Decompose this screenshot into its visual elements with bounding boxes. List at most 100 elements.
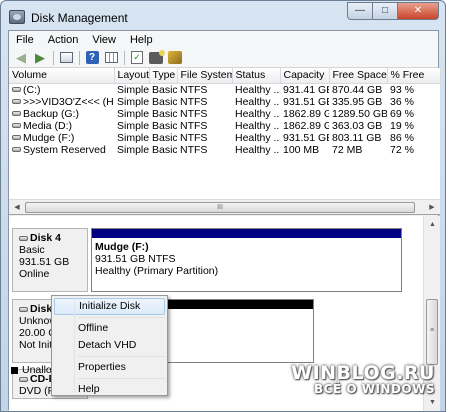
- column-header[interactable]: Volume: [9, 68, 115, 84]
- table-cell: Healthy ...: [235, 131, 280, 144]
- table-cell: NTFS: [180, 107, 208, 120]
- menu-separator: [78, 317, 165, 318]
- scroll-thumb[interactable]: III: [25, 202, 415, 213]
- maximize-button[interactable]: □: [372, 2, 398, 20]
- table-row[interactable]: (C:) Simple Basic NTFS Healthy ... 931.4…: [9, 83, 440, 96]
- properties-menu-item[interactable]: Properties: [54, 359, 165, 376]
- menu-action[interactable]: Action: [41, 34, 86, 46]
- table-cell: 363.03 GB: [332, 119, 383, 132]
- toolbar-separator: [53, 50, 54, 65]
- partition-mudge[interactable]: Mudge (F:) 931.51 GB NTFS Healthy (Prima…: [91, 228, 402, 292]
- table-cell: Simple: [117, 83, 149, 96]
- disk-4-label[interactable]: Disk 4 Basic 931.51 GB Online: [12, 228, 88, 292]
- table-cell: NTFS: [180, 95, 208, 108]
- scroll-thumb[interactable]: ≡: [426, 299, 438, 365]
- legend-label: Unallo: [22, 364, 52, 376]
- menu-bar: File Action View Help: [9, 31, 438, 48]
- menu-separator: [78, 356, 165, 357]
- disk-management-window: Disk Management — □ ✕ File Action View H…: [0, 0, 446, 412]
- scroll-down-icon[interactable]: ▼: [425, 395, 440, 410]
- table-cell: 803.11 GB: [332, 131, 382, 144]
- column-header[interactable]: Free Space: [329, 68, 388, 84]
- menu-view[interactable]: View: [85, 34, 123, 46]
- table-cell: 19 %: [390, 119, 414, 132]
- help-menu-item[interactable]: Help: [54, 381, 165, 398]
- title-bar[interactable]: Disk Management — □ ✕: [1, 1, 445, 31]
- column-header[interactable]: % Free: [387, 68, 441, 84]
- table-row[interactable]: Mudge (F:) Simple Basic NTFS Healthy ...…: [9, 132, 440, 144]
- offline-menu-item[interactable]: Offline: [54, 320, 165, 337]
- table-cell: 36 %: [390, 95, 414, 108]
- table-cell: 86 %: [390, 131, 414, 144]
- toolbar: ◀ ▶ ? ✓: [9, 48, 438, 68]
- partition-header: [92, 229, 401, 238]
- forward-icon[interactable]: ▶: [32, 50, 48, 65]
- watermark-tagline: ВСЁ О WINDOWS: [314, 382, 435, 396]
- horizontal-scrollbar[interactable]: ◀ III ▶: [9, 199, 440, 214]
- drive-icon: [12, 147, 21, 152]
- detach-vhd-menu-item[interactable]: Detach VHD: [54, 337, 165, 354]
- table-cell: Healthy ...: [235, 143, 280, 156]
- table-cell: Healthy ...: [235, 95, 280, 108]
- initialize-disk-menu-item[interactable]: Initialize Disk: [54, 298, 165, 315]
- table-cell: 931.51 GB: [283, 95, 329, 108]
- menu-help[interactable]: Help: [123, 34, 160, 46]
- disk-status: Online: [19, 268, 50, 280]
- table-row[interactable]: >>>VID3O'Z<<< (H:) Simple Basic NTFS Hea…: [9, 96, 440, 108]
- list-view-icon[interactable]: [103, 51, 119, 65]
- help-icon[interactable]: ?: [84, 51, 100, 65]
- table-row[interactable]: Media (D:) Simple Basic NTFS Healthy ...…: [9, 120, 440, 132]
- table-cell: 870.44 GB: [332, 83, 383, 96]
- volume-name: (C:): [23, 83, 41, 96]
- properties-icon[interactable]: [148, 49, 165, 65]
- drive-icon: [12, 123, 21, 128]
- table-cell: Basic: [152, 119, 177, 132]
- menu-file[interactable]: File: [9, 34, 41, 46]
- back-icon[interactable]: ◀: [13, 50, 29, 65]
- table-cell: Simple: [117, 107, 149, 120]
- table-cell: NTFS: [180, 143, 208, 156]
- column-header[interactable]: File System: [177, 68, 233, 84]
- drive-icon: [12, 111, 21, 116]
- scroll-right-icon[interactable]: ▶: [425, 201, 439, 214]
- volume-name: >>>VID3O'Z<<< (H:): [23, 95, 114, 108]
- table-row[interactable]: Backup (G:) Simple Basic NTFS Healthy ..…: [9, 108, 440, 120]
- wizard-icon[interactable]: [167, 51, 183, 65]
- table-cell: Simple: [117, 95, 149, 108]
- column-header[interactable]: Capacity: [280, 68, 330, 84]
- volume-table: Volume Layout Type File System Status Ca…: [9, 68, 441, 156]
- drive-icon: [12, 135, 21, 140]
- table-cell: 72 %: [390, 143, 414, 156]
- column-header[interactable]: Type: [149, 68, 178, 84]
- scroll-left-icon[interactable]: ◀: [10, 201, 24, 214]
- close-button[interactable]: ✕: [397, 2, 439, 20]
- console-tree-icon[interactable]: [58, 51, 74, 65]
- minimize-button[interactable]: —: [347, 2, 373, 20]
- volume-name: System Reserved: [23, 143, 106, 156]
- toolbar-separator: [79, 50, 80, 65]
- table-cell: 931.51 GB: [283, 131, 329, 144]
- table-cell: Basic: [152, 143, 177, 156]
- context-menu: Initialize Disk Offline Detach VHD Prope…: [51, 295, 168, 396]
- refresh-icon[interactable]: ✓: [129, 51, 145, 65]
- volume-list-pane: Volume Layout Type File System Status Ca…: [9, 68, 441, 215]
- scroll-up-icon[interactable]: ▲: [425, 217, 440, 232]
- table-cell: 335.95 GB: [332, 95, 383, 108]
- unallocated-swatch: [11, 366, 18, 374]
- table-row[interactable]: System Reserved Simple Basic NTFS Health…: [9, 144, 440, 156]
- drive-icon: [12, 87, 21, 92]
- volume-name: Media (D:): [23, 119, 73, 132]
- table-cell: Basic: [152, 95, 177, 108]
- disk-management-icon: [9, 10, 25, 24]
- column-header[interactable]: Status: [232, 68, 281, 84]
- table-cell: 1289.50 GB: [332, 107, 387, 120]
- table-cell: NTFS: [180, 131, 208, 144]
- table-cell: Healthy ...: [235, 107, 280, 120]
- watermark-site: WINBLOG.RU: [291, 362, 435, 384]
- partition-status: Healthy (Primary Partition): [95, 265, 219, 277]
- column-header[interactable]: Layout: [114, 68, 150, 84]
- disk-icon: [19, 235, 28, 241]
- disk-icon: [19, 306, 28, 312]
- table-cell: 1862.89 GB: [283, 107, 329, 120]
- table-cell: Basic: [152, 107, 177, 120]
